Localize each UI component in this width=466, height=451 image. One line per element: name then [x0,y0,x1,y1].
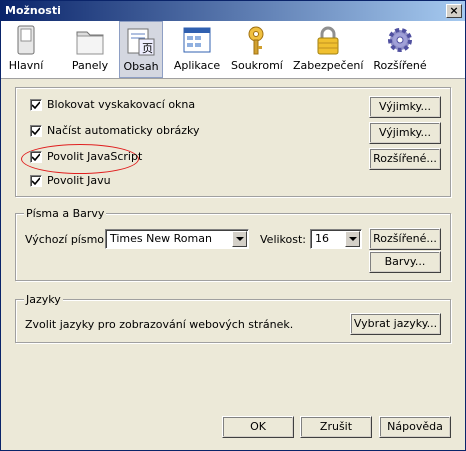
tab-rozsirene[interactable]: Rozšířené [371,21,429,78]
content-icon: 页 [127,28,155,56]
tab-soukromi[interactable]: Soukromí [231,21,283,78]
images-exceptions-button[interactable]: Výjimky... [369,122,441,144]
popups-exceptions-button[interactable]: Výjimky... [369,96,441,118]
checkmark-icon [32,177,40,185]
block-popups-checkbox[interactable] [30,99,42,111]
options-window: Možnosti × Hlavní Panely 页 Obsah Aplikac… [0,0,466,451]
switch-icon [17,25,35,55]
category-toolbar: Hlavní Panely 页 Obsah Aplikace Soukromí … [1,21,465,79]
window-title: Možnosti [5,4,61,17]
chevron-down-icon[interactable] [232,231,247,247]
size-label: Velikost: [260,233,307,246]
cancel-button[interactable]: Zrušit [300,416,372,438]
folder-icon [76,31,104,55]
privacy-key-icon [248,26,264,55]
default-font-select[interactable]: Times New Roman [105,229,249,249]
enable-java-row[interactable]: Povolit Javu [30,174,230,190]
javascript-advanced-button[interactable]: Rozšířené... [369,148,441,170]
tab-label: Zabezpečení [293,59,364,72]
svg-text:页: 页 [142,42,153,55]
checkmark-icon [32,101,40,109]
enable-java-checkbox[interactable] [30,175,42,187]
tab-panely[interactable]: Panely [69,21,111,78]
fonts-advanced-button[interactable]: Rozšířené... [369,228,441,250]
gear-icon [388,28,412,52]
font-size-value: 16 [315,232,329,245]
load-images-checkbox[interactable] [30,125,42,137]
chevron-down-icon[interactable] [345,231,360,247]
checkmark-icon [32,127,40,135]
load-images-label: Načíst automaticky obrázky [47,124,200,137]
tab-label: Aplikace [173,59,221,72]
tab-label: Soukromí [231,59,283,72]
tab-label: Panely [71,59,109,72]
tab-hlavni[interactable]: Hlavní [5,21,47,78]
tab-label: Hlavní [8,59,44,72]
checkmark-icon [32,153,40,161]
font-size-select[interactable]: 16 [310,229,362,249]
block-popups-label: Blokovat vyskakovací okna [47,98,196,111]
enable-javascript-label: Povolit JavaScript [47,150,143,163]
applications-icon [183,27,211,53]
default-font-label: Výchozí písmo: [25,233,108,246]
help-button[interactable]: Nápověda [379,416,451,438]
languages-description: Zvolit jazyky pro zobrazování webových s… [25,318,294,331]
tab-obsah[interactable]: 页 Obsah [119,21,163,78]
tab-label: Rozšířené [373,59,427,72]
ok-button[interactable]: OK [222,416,294,438]
close-button[interactable]: × [446,4,462,18]
enable-java-label: Povolit Javu [47,174,111,187]
block-popups-row[interactable]: Blokovat vyskakovací okna [30,98,330,114]
colors-button[interactable]: Barvy... [369,251,441,273]
enable-javascript-checkbox[interactable] [30,151,42,163]
enable-javascript-row[interactable]: Povolit JavaScript [30,150,230,166]
tab-aplikace[interactable]: Aplikace [173,21,221,78]
fonts-colors-title: Písma a Barvy [24,207,107,220]
load-images-row[interactable]: Načíst automaticky obrázky [30,124,330,140]
languages-title: Jazyky [24,293,63,306]
default-font-value: Times New Roman [110,232,212,245]
tab-zabezpeceni[interactable]: Zabezpečení [293,21,363,78]
padlock-icon [317,26,339,55]
title-bar: Možnosti × [1,1,465,21]
choose-languages-button[interactable]: Vybrat jazyky... [350,313,441,335]
tab-label: Obsah [123,60,159,73]
